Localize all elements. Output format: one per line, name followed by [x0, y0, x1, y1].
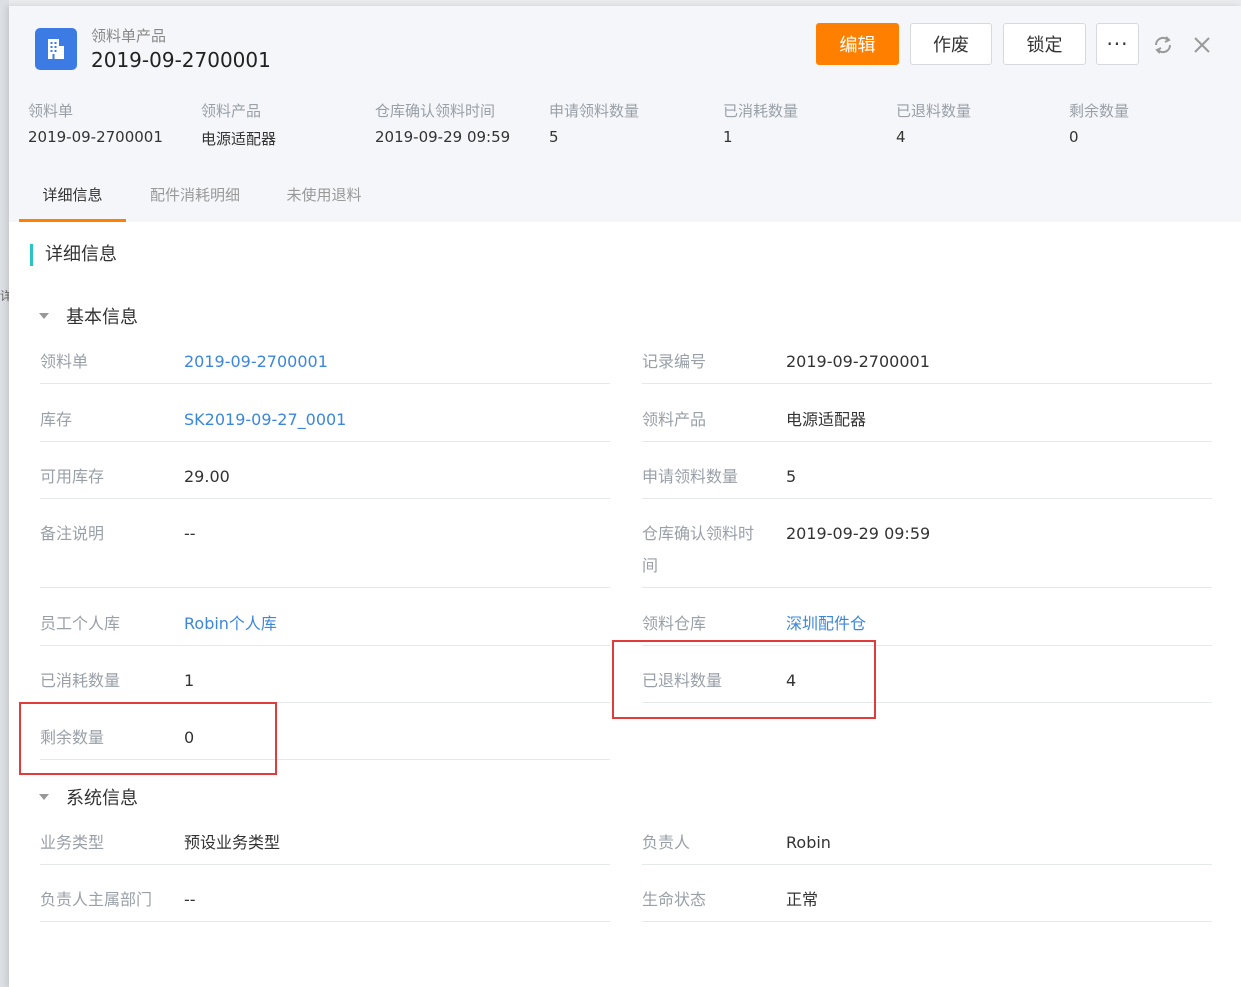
summary-value: 2019-09-2700001 — [28, 128, 163, 146]
tab-parts-consumption[interactable]: 配件消耗明细 — [139, 171, 251, 222]
tab-bar: 详细信息 配件消耗明细 未使用退料 — [9, 171, 1241, 222]
field-label: 领料仓库 — [642, 614, 707, 633]
field-remark: 备注说明 -- — [40, 518, 610, 588]
field-remaining-qty: 剩余数量 0 — [40, 722, 610, 760]
stock-link[interactable]: SK2019-09-27_0001 — [184, 404, 346, 436]
field-owner: 负责人 Robin — [642, 827, 1212, 865]
field-label: 库存 — [40, 410, 73, 429]
field-apply-qty: 申请领料数量 5 — [642, 461, 1212, 499]
field-label: 记录编号 — [642, 352, 707, 371]
warehouse-link[interactable]: 深圳配件仓 — [786, 608, 866, 640]
field-life-status: 生命状态 正常 — [642, 884, 1212, 922]
field-returned-qty: 已退料数量 4 — [642, 665, 1212, 703]
field-warehouse: 领料仓库 深圳配件仓 — [642, 608, 1212, 646]
field-label: 申请领料数量 — [642, 467, 739, 486]
summary-item: 领料产品 电源适配器 — [201, 100, 276, 149]
field-owner-dept: 负责人主属部门 -- — [40, 884, 610, 922]
summary-value: 1 — [723, 128, 733, 146]
field-label: 领料单 — [40, 352, 89, 371]
field-value: 1 — [184, 671, 195, 690]
summary-item: 已退料数量 4 — [896, 100, 971, 146]
lock-button[interactable]: 锁定 — [1003, 23, 1086, 65]
field-label: 已退料数量 — [642, 671, 723, 690]
building-icon — [35, 28, 77, 70]
field-available-stock: 可用库存 29.00 — [40, 461, 610, 499]
refresh-icon[interactable] — [1152, 34, 1174, 56]
summary-item: 领料单 2019-09-2700001 — [28, 100, 163, 146]
field-confirm-time: 仓库确认领料时间 2019-09-29 09:59 — [642, 518, 1212, 588]
tab-unused-return[interactable]: 未使用退料 — [279, 171, 369, 222]
field-record-no: 记录编号 2019-09-2700001 — [642, 346, 1212, 384]
summary-value: 4 — [896, 128, 906, 146]
group-title-system: 系统信息 — [66, 788, 138, 809]
field-value: Robin — [786, 833, 831, 852]
summary-value: 电源适配器 — [201, 130, 277, 148]
summary-label: 仓库确认领料时间 — [375, 102, 496, 120]
group-title-basic: 基本信息 — [66, 307, 138, 328]
field-stock: 库存 SK2019-09-27_0001 — [40, 404, 610, 442]
summary-item: 已消耗数量 1 — [723, 100, 798, 146]
field-pick-order: 领料单 2019-09-2700001 — [40, 346, 610, 384]
tab-details[interactable]: 详细信息 — [19, 171, 126, 222]
field-product: 领料产品 电源适配器 — [642, 404, 1212, 442]
pick-order-link[interactable]: 2019-09-2700001 — [184, 346, 328, 378]
field-label: 可用库存 — [40, 467, 105, 486]
system-info-group-toggle[interactable]: 系统信息 — [39, 784, 138, 810]
field-label: 生命状态 — [642, 890, 707, 909]
field-label: 剩余数量 — [40, 728, 105, 747]
basic-info-group-toggle[interactable]: 基本信息 — [39, 303, 138, 329]
summary-item: 仓库确认领料时间 2019-09-29 09:59 — [375, 100, 510, 146]
panel-header: 领料单产品 2019-09-2700001 编辑 作废 锁定 ··· 领料单 2… — [9, 6, 1241, 171]
summary-label: 已消耗数量 — [723, 102, 799, 120]
personal-store-link[interactable]: Robin个人库 — [184, 608, 277, 640]
field-value: 29.00 — [184, 467, 230, 486]
field-value: 正常 — [786, 890, 819, 909]
field-personal-store: 员工个人库 Robin个人库 — [40, 608, 610, 646]
field-value: 2019-09-2700001 — [786, 352, 930, 371]
field-value: -- — [184, 524, 196, 543]
background-fragment: 详 — [0, 289, 9, 303]
field-value: 电源适配器 — [786, 410, 867, 429]
edit-button[interactable]: 编辑 — [816, 23, 899, 65]
field-value: 5 — [786, 467, 797, 486]
summary-value: 0 — [1069, 128, 1079, 146]
record-title: 2019-09-2700001 — [91, 48, 271, 72]
close-icon[interactable] — [1191, 34, 1213, 56]
summary-label: 已退料数量 — [896, 102, 972, 120]
summary-label: 剩余数量 — [1069, 102, 1130, 120]
field-label: 已消耗数量 — [40, 671, 121, 690]
summary-label: 领料产品 — [201, 102, 262, 120]
summary-value: 2019-09-29 09:59 — [375, 128, 511, 146]
field-value: 2019-09-29 09:59 — [786, 524, 931, 543]
field-consumed-qty: 已消耗数量 1 — [40, 665, 610, 703]
field-label: 员工个人库 — [40, 614, 121, 633]
caret-down-icon — [39, 313, 49, 319]
detail-panel: 领料单产品 2019-09-2700001 编辑 作废 锁定 ··· 领料单 2… — [9, 6, 1241, 987]
field-value: -- — [184, 890, 196, 909]
background-page: 详 — [0, 0, 9, 987]
field-label: 业务类型 — [40, 833, 105, 852]
field-value: 预设业务类型 — [184, 833, 281, 852]
field-label: 备注说明 — [40, 524, 105, 543]
field-label: 负责人主属部门 — [40, 890, 153, 909]
object-type-label: 领料单产品 — [91, 27, 167, 45]
summary-value: 5 — [549, 128, 559, 146]
field-label: 领料产品 — [642, 410, 707, 429]
section-title: 详细信息 — [30, 244, 117, 266]
more-button[interactable]: ··· — [1096, 23, 1139, 65]
field-value: 0 — [184, 728, 195, 747]
field-label: 仓库确认领料时间 — [642, 518, 772, 582]
summary-label: 申请领料数量 — [549, 102, 640, 120]
field-label: 负责人 — [642, 833, 691, 852]
summary-label: 领料单 — [28, 102, 74, 120]
field-label-line: 仓库确认领料时 — [642, 524, 755, 543]
summary-item: 剩余数量 0 — [1069, 100, 1129, 146]
abandon-button[interactable]: 作废 — [910, 23, 992, 65]
field-label-line: 间 — [642, 556, 659, 575]
field-value: 4 — [786, 671, 797, 690]
field-biz-type: 业务类型 预设业务类型 — [40, 827, 610, 865]
caret-down-icon — [39, 794, 49, 800]
summary-item: 申请领料数量 5 — [549, 100, 639, 146]
